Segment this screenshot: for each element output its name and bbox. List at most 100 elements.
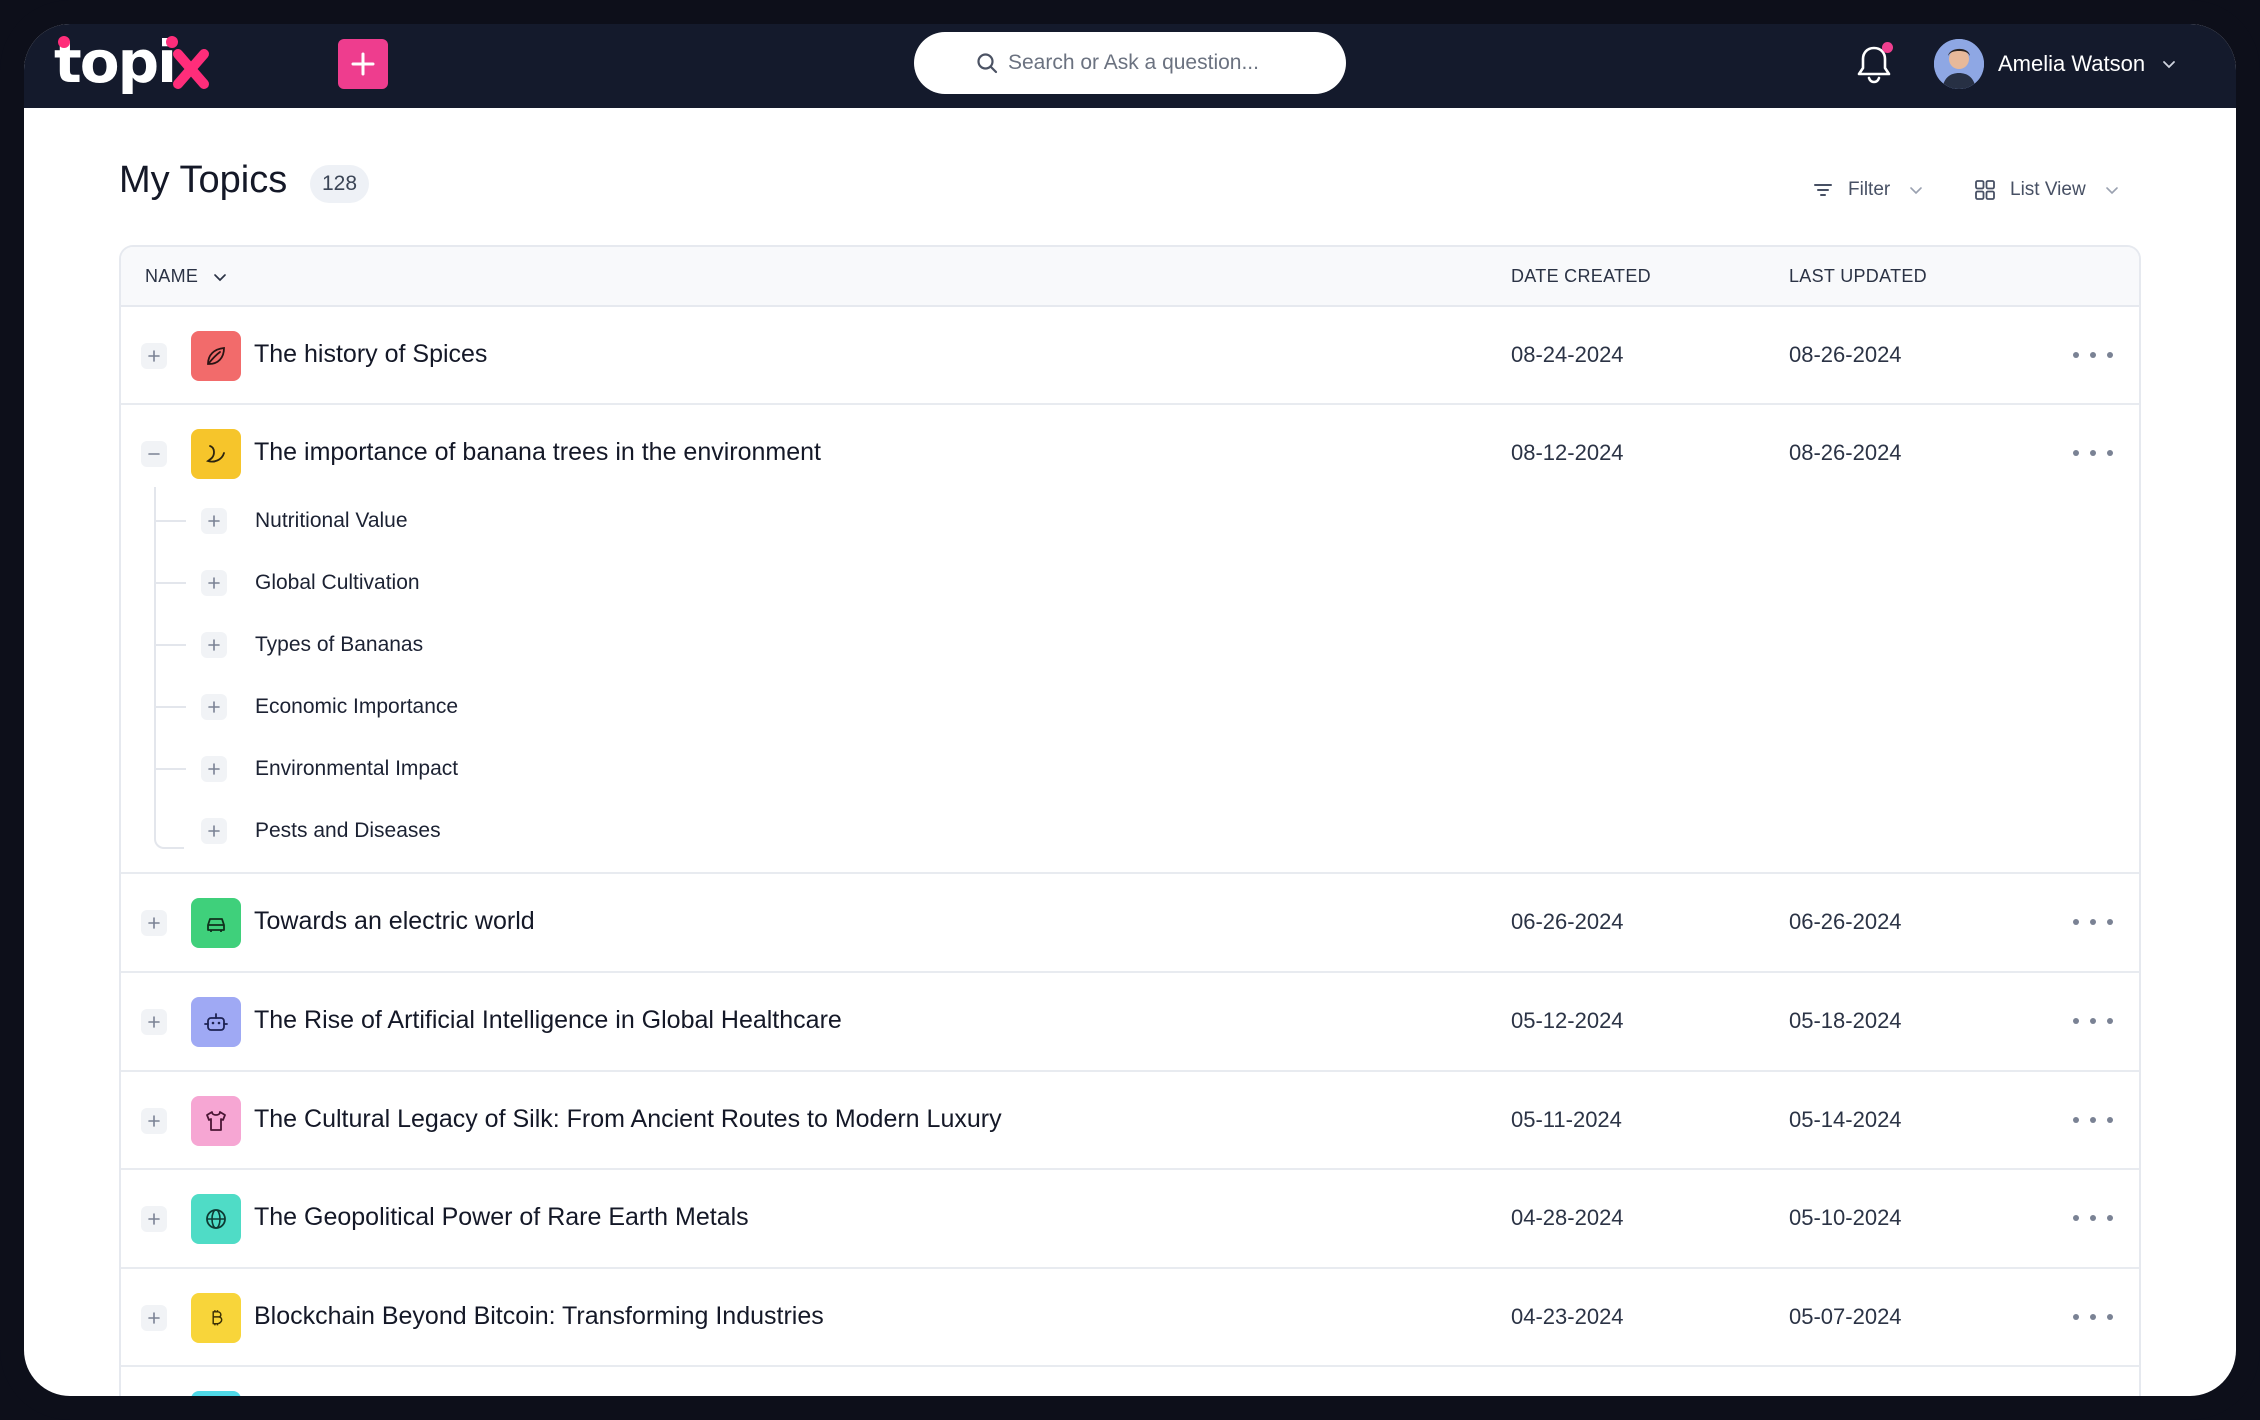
- expand-button[interactable]: [141, 1009, 167, 1035]
- expand-button[interactable]: [201, 756, 227, 782]
- logo-wordmark: topi: [54, 32, 209, 96]
- more-options-button[interactable]: [2073, 1110, 2113, 1130]
- chevron-down-icon: [2105, 187, 2118, 195]
- table-row[interactable]: [121, 1367, 2139, 1396]
- last-updated: 08-26-2024: [1789, 342, 1902, 367]
- filter-icon: [1814, 184, 1832, 196]
- topic-icon: [191, 1391, 241, 1396]
- plus-icon: [148, 1213, 160, 1225]
- search-input[interactable]: [1008, 51, 1308, 75]
- last-updated: 05-07-2024: [1789, 1304, 1902, 1329]
- topix-logo[interactable]: topi: [54, 32, 214, 104]
- topic-name[interactable]: The importance of banana trees in the en…: [254, 438, 821, 467]
- view-switcher[interactable]: List View: [1974, 179, 2120, 201]
- topics-table: NAME DATE CREATED LAST UPDATED The histo…: [119, 245, 2141, 1396]
- topic-name[interactable]: Blockchain Beyond Bitcoin: Transforming …: [254, 1302, 824, 1331]
- add-topic-button[interactable]: [338, 39, 388, 89]
- car-icon: [207, 918, 225, 932]
- date-created-header: DATE CREATED: [1511, 266, 1651, 286]
- topic-name[interactable]: The Geopolitical Power of Rare Earth Met…: [254, 1203, 749, 1232]
- topic-icon: [191, 1194, 241, 1244]
- subtopic-name[interactable]: Nutritional Value: [255, 509, 408, 533]
- minus-icon: [148, 453, 160, 455]
- subtopic-name[interactable]: Environmental Impact: [255, 757, 458, 781]
- more-options-button[interactable]: [2073, 443, 2113, 463]
- avatar: [1934, 39, 1984, 89]
- device-frame: topi Amelia Watson My Topics 128 Filt: [0, 0, 2260, 1420]
- subtopic-item[interactable]: Types of Bananas: [121, 625, 921, 665]
- expand-button[interactable]: [201, 694, 227, 720]
- date-created: 04-28-2024: [1511, 1205, 1624, 1230]
- svg-text:topi: topi: [54, 32, 175, 96]
- page-title: My Topics: [119, 159, 288, 201]
- topic-name[interactable]: The Cultural Legacy of Silk: From Ancien…: [254, 1105, 1002, 1134]
- subtopic-item[interactable]: Pests and Diseases: [121, 811, 921, 851]
- last-updated: 05-18-2024: [1789, 1008, 1902, 1033]
- more-options-button[interactable]: [2073, 345, 2113, 365]
- last-updated: 05-14-2024: [1789, 1107, 1902, 1132]
- chevron-down-icon: [2163, 61, 2176, 69]
- table-row[interactable]: The importance of banana trees in the en…: [121, 405, 2139, 874]
- app-screen: topi Amelia Watson My Topics 128 Filt: [24, 24, 2236, 1396]
- plus-icon: [208, 701, 220, 713]
- plus-icon: [208, 577, 220, 589]
- subtopic-name[interactable]: Global Cultivation: [255, 571, 420, 595]
- plus-icon: [148, 1016, 160, 1028]
- expand-button[interactable]: [141, 1206, 167, 1232]
- bitcoin-icon: [212, 1310, 223, 1326]
- last-updated-header: LAST UPDATED: [1789, 266, 1927, 286]
- table-row[interactable]: The history of Spices 08-24-2024 08-26-2…: [121, 307, 2139, 405]
- topic-icon: [191, 898, 241, 948]
- collapse-button[interactable]: [141, 441, 167, 467]
- expand-button[interactable]: [141, 343, 167, 369]
- search-bar[interactable]: [914, 32, 1346, 94]
- subtopic-name[interactable]: Types of Bananas: [255, 633, 423, 657]
- table-row[interactable]: The Rise of Artificial Intelligence in G…: [121, 973, 2139, 1072]
- subtopic-item[interactable]: Economic Importance: [121, 687, 921, 727]
- table-row[interactable]: The Cultural Legacy of Silk: From Ancien…: [121, 1072, 2139, 1170]
- date-created: 05-11-2024: [1511, 1107, 1622, 1132]
- user-menu[interactable]: Amelia Watson: [1934, 36, 2177, 92]
- expand-button[interactable]: [141, 910, 167, 936]
- globe-icon: [206, 1209, 226, 1229]
- notification-dot: [1882, 42, 1893, 53]
- plus-icon: [208, 515, 220, 527]
- expand-button[interactable]: [141, 1305, 167, 1331]
- chevron-down-icon: [1910, 187, 1923, 195]
- expand-button[interactable]: [201, 508, 227, 534]
- topic-count-badge: 128: [310, 165, 370, 203]
- more-options-button[interactable]: [2073, 1307, 2113, 1327]
- expand-button[interactable]: [201, 818, 227, 844]
- expand-button[interactable]: [201, 632, 227, 658]
- subtopic-item[interactable]: Environmental Impact: [121, 749, 921, 789]
- date-created: 06-26-2024: [1511, 909, 1624, 934]
- view-label: List View: [2010, 179, 2086, 200]
- subtopic-tree-line: [154, 487, 184, 849]
- plus-icon: [351, 52, 375, 76]
- more-options-button[interactable]: [2073, 1011, 2113, 1031]
- plus-icon: [148, 1312, 160, 1324]
- topic-name[interactable]: Towards an electric world: [254, 907, 535, 936]
- plus-icon: [208, 825, 220, 837]
- date-created: 04-23-2024: [1511, 1304, 1624, 1329]
- subtopic-item[interactable]: Nutritional Value: [121, 501, 921, 541]
- plus-icon: [208, 639, 220, 651]
- name-column-header[interactable]: NAME: [145, 266, 228, 287]
- subtopic-name[interactable]: Economic Importance: [255, 695, 458, 719]
- table-header: NAME DATE CREATED LAST UPDATED: [121, 247, 2139, 307]
- subtopic-item[interactable]: Global Cultivation: [121, 563, 921, 603]
- plus-icon: [148, 917, 160, 929]
- shirt-icon: [206, 1111, 226, 1131]
- topic-name[interactable]: The history of Spices: [254, 340, 487, 369]
- table-row[interactable]: Blockchain Beyond Bitcoin: Transforming …: [121, 1269, 2139, 1367]
- table-row[interactable]: The Geopolitical Power of Rare Earth Met…: [121, 1170, 2139, 1269]
- topic-name[interactable]: The Rise of Artificial Intelligence in G…: [254, 1006, 842, 1035]
- topic-icon: [191, 1096, 241, 1146]
- filter-button[interactable]: Filter: [1812, 179, 1924, 201]
- subtopic-name[interactable]: Pests and Diseases: [255, 819, 441, 843]
- table-row[interactable]: Towards an electric world 06-26-2024 06-…: [121, 874, 2139, 973]
- more-options-button[interactable]: [2073, 1208, 2113, 1228]
- more-options-button[interactable]: [2073, 912, 2113, 932]
- expand-button[interactable]: [141, 1108, 167, 1134]
- expand-button[interactable]: [201, 570, 227, 596]
